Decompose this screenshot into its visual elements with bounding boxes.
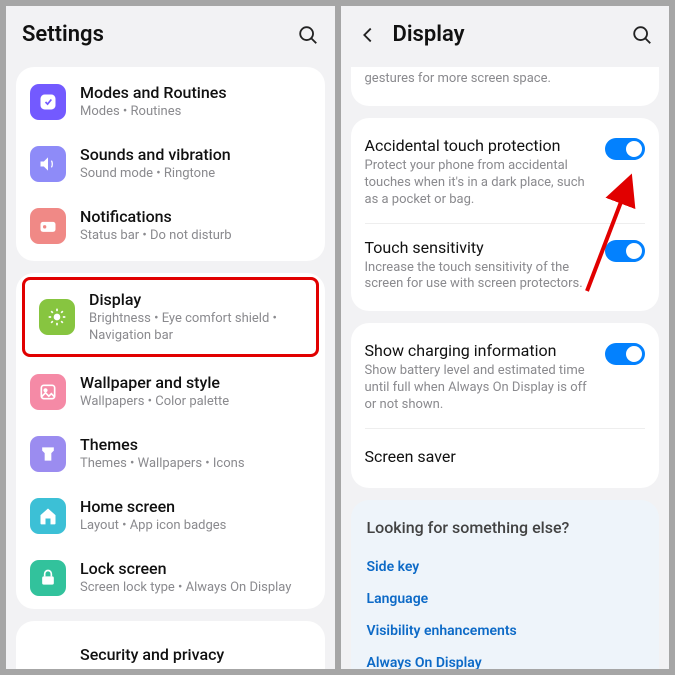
display-screen: Display gestures for more screen space. … [341, 6, 670, 669]
settings-item-modes[interactable]: Modes and Routines Modes • Routines [16, 71, 325, 133]
notification-icon [30, 208, 66, 244]
settings-item-sounds[interactable]: Sounds and vibration Sound mode • Ringto… [16, 133, 325, 195]
item-sub: Modes • Routines [80, 104, 311, 121]
setting-accidental-touch[interactable]: Accidental touch protection Protect your… [351, 122, 660, 223]
toggle-touch-sensitivity[interactable] [605, 240, 645, 262]
back-icon[interactable] [357, 24, 379, 46]
item-sub: Wallpapers • Color palette [80, 394, 311, 411]
toggle-charging-info[interactable] [605, 343, 645, 365]
settings-item-themes[interactable]: Themes Themes • Wallpapers • Icons [16, 423, 325, 485]
setting-desc: Show battery level and estimated time un… [365, 363, 596, 414]
settings-screen: Settings Modes and Routines Modes • Rout… [6, 6, 335, 669]
themes-icon [30, 436, 66, 472]
setting-touch-sensitivity[interactable]: Touch sensitivity Increase the touch sen… [351, 224, 660, 308]
truncated-card: gestures for more screen space. [351, 67, 660, 106]
item-title: Themes [80, 435, 311, 454]
setting-screen-saver[interactable]: Screen saver [351, 429, 660, 484]
settings-item-display[interactable]: Display Brightness • Eye comfort shield … [25, 280, 316, 355]
display-title: Display [393, 22, 465, 47]
item-sub: Brightness • Eye comfort shield • Naviga… [89, 311, 302, 345]
setting-title: Accidental touch protection [365, 136, 596, 155]
item-title: Lock screen [80, 559, 311, 578]
item-title: Modes and Routines [80, 83, 311, 102]
setting-desc: Increase the touch sensitivity of the sc… [365, 260, 596, 294]
item-sub: Sound mode • Ringtone [80, 166, 311, 183]
item-title: Wallpaper and style [80, 373, 311, 392]
item-title: Sounds and vibration [80, 145, 311, 164]
touch-card: Accidental touch protection Protect your… [351, 118, 660, 311]
search-icon[interactable] [631, 24, 653, 46]
item-sub: Status bar • Do not disturb [80, 228, 311, 245]
item-title: Notifications [80, 207, 311, 226]
setting-desc: Protect your phone from accidental touch… [365, 158, 596, 209]
settings-group-1: Modes and Routines Modes • Routines Soun… [16, 67, 325, 261]
charging-card: Show charging information Show battery l… [351, 323, 660, 488]
setting-title: Touch sensitivity [365, 238, 596, 257]
settings-item-wallpaper[interactable]: Wallpaper and style Wallpapers • Color p… [16, 361, 325, 423]
display-header: Display [341, 6, 670, 67]
toggle-accidental-touch[interactable] [605, 138, 645, 160]
partial-desc: gestures for more screen space. [365, 71, 646, 88]
link-aod[interactable]: Always On Display [367, 647, 644, 669]
item-sub: Screen lock type • Always On Display [80, 580, 311, 597]
lock-icon [30, 560, 66, 596]
home-icon [30, 498, 66, 534]
looking-for-card: Looking for something else? Side key Lan… [351, 500, 660, 669]
item-title: Display [89, 290, 302, 309]
item-title: Security and privacy [80, 645, 311, 664]
item-title: Home screen [80, 497, 311, 516]
display-icon [39, 299, 75, 335]
settings-title: Settings [22, 22, 104, 47]
settings-item-lock[interactable]: Lock screen Screen lock type • Always On… [16, 547, 325, 609]
else-title: Looking for something else? [367, 518, 644, 537]
settings-group-2: Display Brightness • Eye comfort shield … [16, 273, 325, 609]
search-icon[interactable] [297, 24, 319, 46]
modes-icon [30, 84, 66, 120]
link-visibility[interactable]: Visibility enhancements [367, 615, 644, 647]
setting-charging-info[interactable]: Show charging information Show battery l… [351, 327, 660, 428]
settings-item-home[interactable]: Home screen Layout • App icon badges [16, 485, 325, 547]
settings-item-notifications[interactable]: Notifications Status bar • Do not distur… [16, 195, 325, 257]
item-sub: Layout • App icon badges [80, 518, 311, 535]
link-side-key[interactable]: Side key [367, 551, 644, 583]
settings-header: Settings [6, 6, 335, 67]
setting-title: Show charging information [365, 341, 596, 360]
link-language[interactable]: Language [367, 583, 644, 615]
wallpaper-icon [30, 374, 66, 410]
sound-icon [30, 146, 66, 182]
setting-title: Screen saver [365, 447, 456, 466]
item-sub: Themes • Wallpapers • Icons [80, 456, 311, 473]
settings-item-security[interactable]: Security and privacy [16, 625, 325, 669]
display-highlight: Display Brightness • Eye comfort shield … [22, 277, 319, 358]
settings-group-3: Security and privacy [16, 621, 325, 669]
